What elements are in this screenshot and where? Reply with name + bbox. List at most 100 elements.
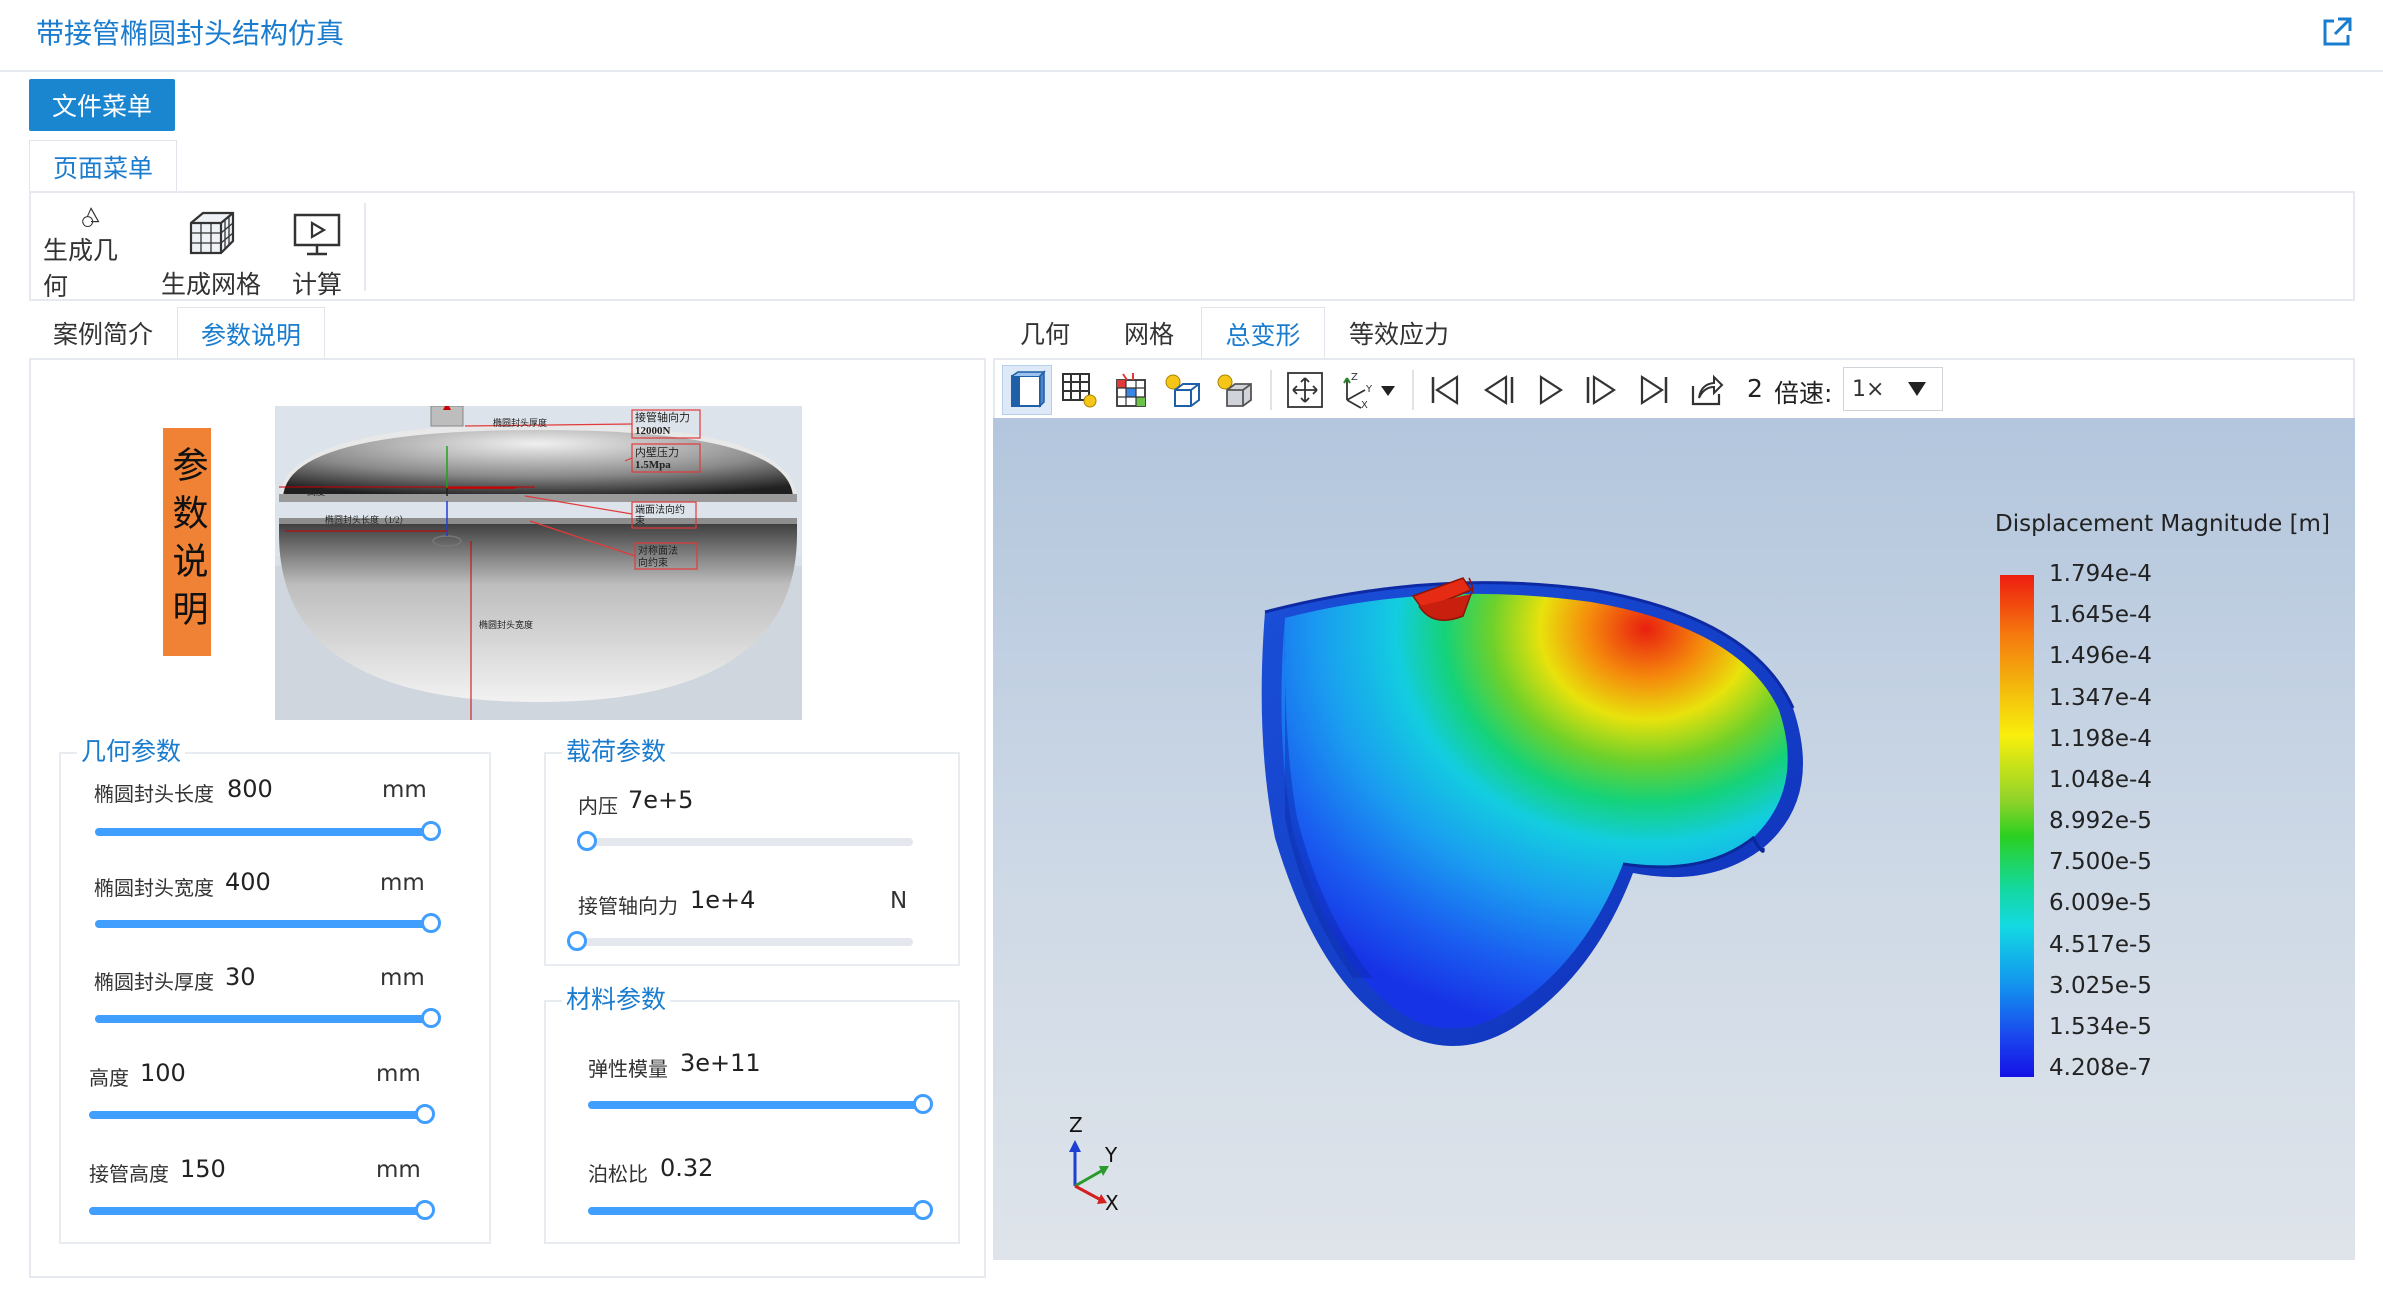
compute-button[interactable]: 计算	[281, 193, 353, 303]
play-button[interactable]	[1525, 365, 1575, 415]
legend-value-label: 6.009e-5	[2049, 890, 2152, 917]
axis-z-label: Z	[1069, 1113, 1083, 1137]
step-back-icon	[1483, 374, 1514, 406]
diagram-thickness-label: 椭圆封头厚度	[493, 417, 547, 428]
param-value-head-width[interactable]: 400	[225, 868, 271, 896]
play-icon	[1539, 374, 1564, 406]
diagram-sym-constraint-label: 对称面法	[638, 544, 678, 557]
param-label-height: 高度	[89, 1066, 129, 1090]
legend-value-label: 1.496e-4	[2049, 643, 2152, 670]
3d-viewport[interactable]: Displacement Magnitude [m] 1.794e-4 1.645…	[993, 418, 2355, 1260]
slider-head-thickness[interactable]	[95, 1008, 441, 1028]
speed-select[interactable]: 1×	[1843, 367, 1943, 411]
geometry-shapes-icon	[82, 207, 100, 228]
slider-thumb[interactable]	[421, 821, 441, 841]
next-frame-button[interactable]	[1577, 365, 1627, 415]
tab-page-menu[interactable]: 页面菜单	[29, 140, 177, 192]
generate-geometry-label: 生成几何	[43, 236, 119, 301]
slider-poisson-ratio[interactable]	[588, 1200, 933, 1220]
axis-triad-icon: Z Y X	[1069, 1113, 1119, 1215]
axis-x-label: X	[1105, 1191, 1119, 1215]
param-value-poisson-ratio[interactable]: 0.32	[660, 1154, 713, 1182]
file-menu-button[interactable]: 文件菜单	[29, 79, 175, 131]
fit-view-icon	[1287, 372, 1323, 408]
diagram-sym-constraint-label-2: 向约束	[638, 556, 668, 569]
legend-value-label: 1.347e-4	[2049, 684, 2152, 711]
param-value-head-thickness[interactable]: 30	[225, 963, 256, 991]
param-unit-nozzle-axial-force: N	[890, 888, 908, 914]
param-value-height[interactable]: 100	[140, 1059, 186, 1087]
param-unit-head-length: mm	[382, 777, 427, 803]
param-unit-head-thickness: mm	[380, 965, 425, 991]
slider-thumb[interactable]	[415, 1104, 435, 1124]
slider-thumb[interactable]	[421, 1008, 441, 1028]
slider-thumb[interactable]	[567, 931, 587, 951]
wireframe-light-icon	[1165, 374, 1200, 407]
diagram-inner-pressure-value: 1.5Mpa	[635, 459, 671, 471]
axis-orientation-dropdown[interactable]: Z Y X	[1332, 365, 1404, 415]
param-value-nozzle-axial-force[interactable]: 1e+4	[690, 886, 755, 914]
param-value-inner-pressure[interactable]: 7e+5	[628, 786, 693, 814]
skip-first-icon	[1431, 374, 1459, 406]
slider-nozzle-axial-force[interactable]	[567, 931, 913, 951]
app-title: 带接管椭圆封头结构仿真	[36, 17, 345, 50]
param-description-banner: 参数说明	[163, 428, 211, 656]
param-value-nozzle-height[interactable]: 150	[180, 1155, 226, 1183]
slider-elastic-modulus[interactable]	[588, 1094, 933, 1114]
param-label-elastic-modulus: 弹性模量	[588, 1057, 668, 1081]
fit-view-button[interactable]	[1280, 365, 1330, 415]
generate-mesh-button[interactable]: 生成网格	[161, 193, 261, 303]
diagram-end-constraint-label: 端面法向约	[635, 503, 685, 516]
tab-param-description[interactable]: 参数说明	[177, 307, 325, 359]
load-params-title: 载荷参数	[562, 732, 671, 768]
param-value-head-length[interactable]: 800	[227, 775, 273, 803]
toolbar-divider	[1412, 370, 1414, 410]
param-label-nozzle-axial-force: 接管轴向力	[578, 894, 678, 918]
skip-last-icon	[1640, 374, 1668, 406]
legend-value-label: 7.500e-5	[2049, 849, 2152, 876]
slider-height[interactable]	[89, 1104, 435, 1124]
tab-mesh[interactable]: 网格	[1097, 307, 1201, 359]
external-link-icon[interactable]	[2319, 14, 2355, 50]
slider-thumb[interactable]	[415, 1200, 435, 1220]
wireframe-light-button[interactable]	[1158, 365, 1208, 415]
tab-total-deformation[interactable]: 总变形	[1201, 307, 1325, 359]
slider-thumb[interactable]	[913, 1200, 933, 1220]
svg-text:X: X	[1361, 400, 1368, 410]
axis-orientation-icon: Z Y X	[1343, 372, 1395, 410]
slider-nozzle-height[interactable]	[89, 1200, 435, 1220]
material-params-title: 材料参数	[562, 980, 671, 1016]
color-mesh-button[interactable]	[1106, 365, 1156, 415]
speed-label: 倍速:	[1774, 379, 1833, 408]
geometry-params-title: 几何参数	[77, 732, 186, 768]
mesh-view-button[interactable]	[1054, 365, 1104, 415]
slider-thumb[interactable]	[577, 831, 597, 851]
previous-frame-button[interactable]	[1473, 365, 1523, 415]
tab-equivalent-stress[interactable]: 等效应力	[1325, 307, 1473, 359]
solid-view-button[interactable]	[1002, 365, 1052, 415]
compute-monitor-icon	[293, 213, 341, 256]
param-unit-height: mm	[376, 1061, 421, 1087]
export-icon	[1691, 374, 1724, 406]
toolbar-divider	[1270, 370, 1272, 410]
slider-head-length[interactable]	[95, 821, 441, 841]
first-frame-button[interactable]	[1420, 365, 1470, 415]
color-mesh-icon	[1116, 373, 1146, 407]
step-forward-icon	[1586, 374, 1617, 406]
param-value-elastic-modulus[interactable]: 3e+11	[680, 1049, 761, 1077]
legend-value-label: 1.645e-4	[2049, 602, 2152, 629]
tab-case-intro[interactable]: 案例简介	[29, 307, 177, 359]
shaded-light-button[interactable]	[1210, 365, 1260, 415]
generate-geometry-button[interactable]: 生成几何	[43, 193, 139, 303]
slider-thumb[interactable]	[421, 913, 441, 933]
last-frame-button[interactable]	[1629, 365, 1679, 415]
diagram-width-label: 椭圆封头宽度	[479, 619, 533, 630]
mesh-grid-icon	[1062, 373, 1097, 408]
legend-value-label: 3.025e-5	[2049, 972, 2152, 999]
slider-thumb[interactable]	[913, 1094, 933, 1114]
slider-inner-pressure[interactable]	[577, 831, 913, 851]
slider-head-width[interactable]	[95, 913, 441, 933]
viewer-toolbar: Z Y X 2 倍速: 1×	[993, 358, 2355, 418]
tab-geometry[interactable]: 几何	[993, 307, 1097, 359]
export-button[interactable]	[1681, 365, 1731, 415]
